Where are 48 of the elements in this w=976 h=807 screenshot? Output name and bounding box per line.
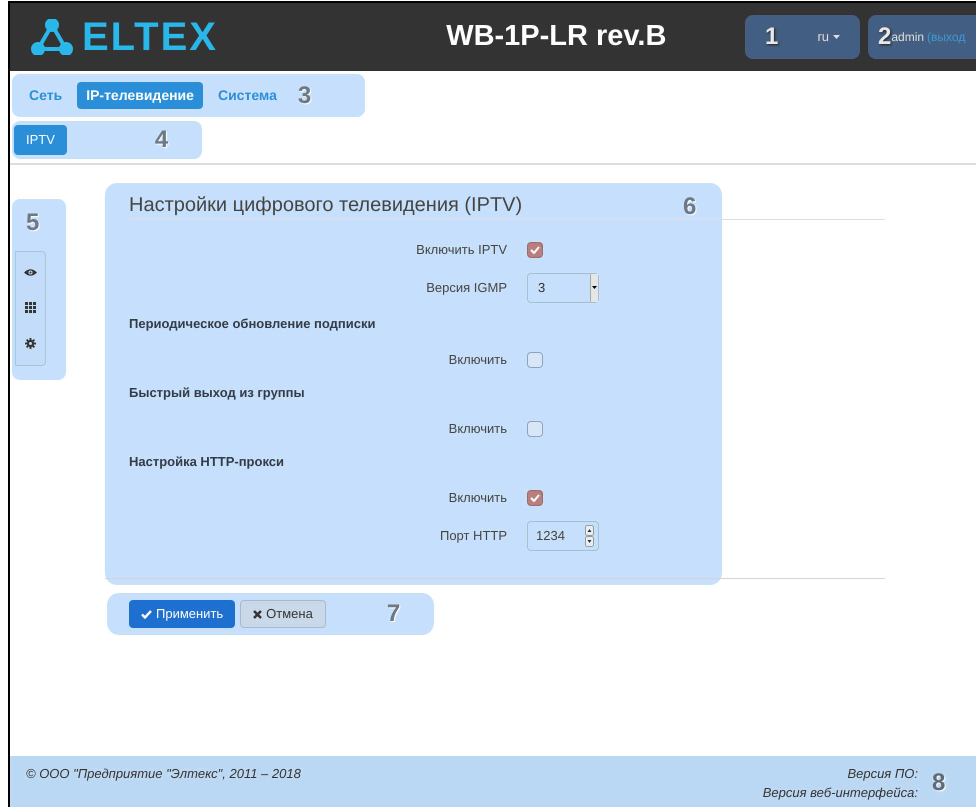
language-dropdown[interactable]: ru xyxy=(817,27,840,47)
nav-tab[interactable]: Система xyxy=(208,82,286,109)
grid-icon[interactable] xyxy=(25,302,36,313)
checkbox[interactable] xyxy=(527,242,543,258)
apply-button[interactable]: Применить xyxy=(129,600,236,628)
version-label: Версия ПО: xyxy=(847,765,918,783)
field-label: Версия IGMP xyxy=(425,278,507,297)
check-icon xyxy=(530,246,540,254)
close-icon xyxy=(253,610,262,618)
settings-icon[interactable] xyxy=(25,338,36,349)
copyright-text: © ООО "Предприятие "Элтекс", 2011 – 2018 xyxy=(26,765,301,783)
callout-number: 1 xyxy=(765,22,778,52)
port-field[interactable]: 1234 xyxy=(527,520,599,550)
checkbox[interactable] xyxy=(527,420,543,436)
igmp-select[interactable]: 3 xyxy=(527,272,599,302)
section-heading: Быстрый выход из группы xyxy=(129,384,306,402)
device-title: WB-1P-LR rev.B xyxy=(445,19,668,54)
user-name: admin xyxy=(891,29,924,46)
version-label: Версия веб-интерфейса: xyxy=(762,784,918,802)
callout-number: 3 xyxy=(298,80,312,110)
panel-title: Настройки цифрового телевидения (IPTV) xyxy=(129,193,522,218)
spinner-icon[interactable] xyxy=(585,524,594,546)
callout-number: 4 xyxy=(154,125,168,155)
nav-tab[interactable]: IPTV xyxy=(14,125,67,155)
callout-number: 5 xyxy=(26,208,40,238)
cancel-button[interactable]: Отмена xyxy=(240,600,326,628)
check-icon xyxy=(530,494,540,502)
nav-tab[interactable]: Сеть xyxy=(20,82,72,109)
section-heading: Периодическое обновление подписки xyxy=(129,315,377,333)
field-label: Включить xyxy=(448,488,507,507)
nav-tab[interactable]: IP-телевидение xyxy=(77,82,203,109)
caret-icon xyxy=(592,286,597,289)
callout-number: 8 xyxy=(932,768,946,798)
field-label: Включить IPTV xyxy=(415,240,507,259)
check-icon xyxy=(141,610,152,618)
eye-icon[interactable] xyxy=(24,268,37,278)
logo-text: ELTEX xyxy=(82,17,218,57)
field-label: Включить xyxy=(448,350,507,369)
checkbox[interactable] xyxy=(527,490,543,506)
field-label: Включить xyxy=(448,420,507,438)
callout-number: 6 xyxy=(683,192,696,222)
section-heading: Настройка HTTP-прокси xyxy=(129,453,285,471)
field-label: Порт HTTP xyxy=(438,526,507,545)
checkbox[interactable] xyxy=(527,352,543,368)
callout-number: 2 xyxy=(878,22,892,52)
logo-icon xyxy=(30,19,74,55)
caret-icon xyxy=(833,35,840,39)
callout-number: 7 xyxy=(386,599,400,629)
